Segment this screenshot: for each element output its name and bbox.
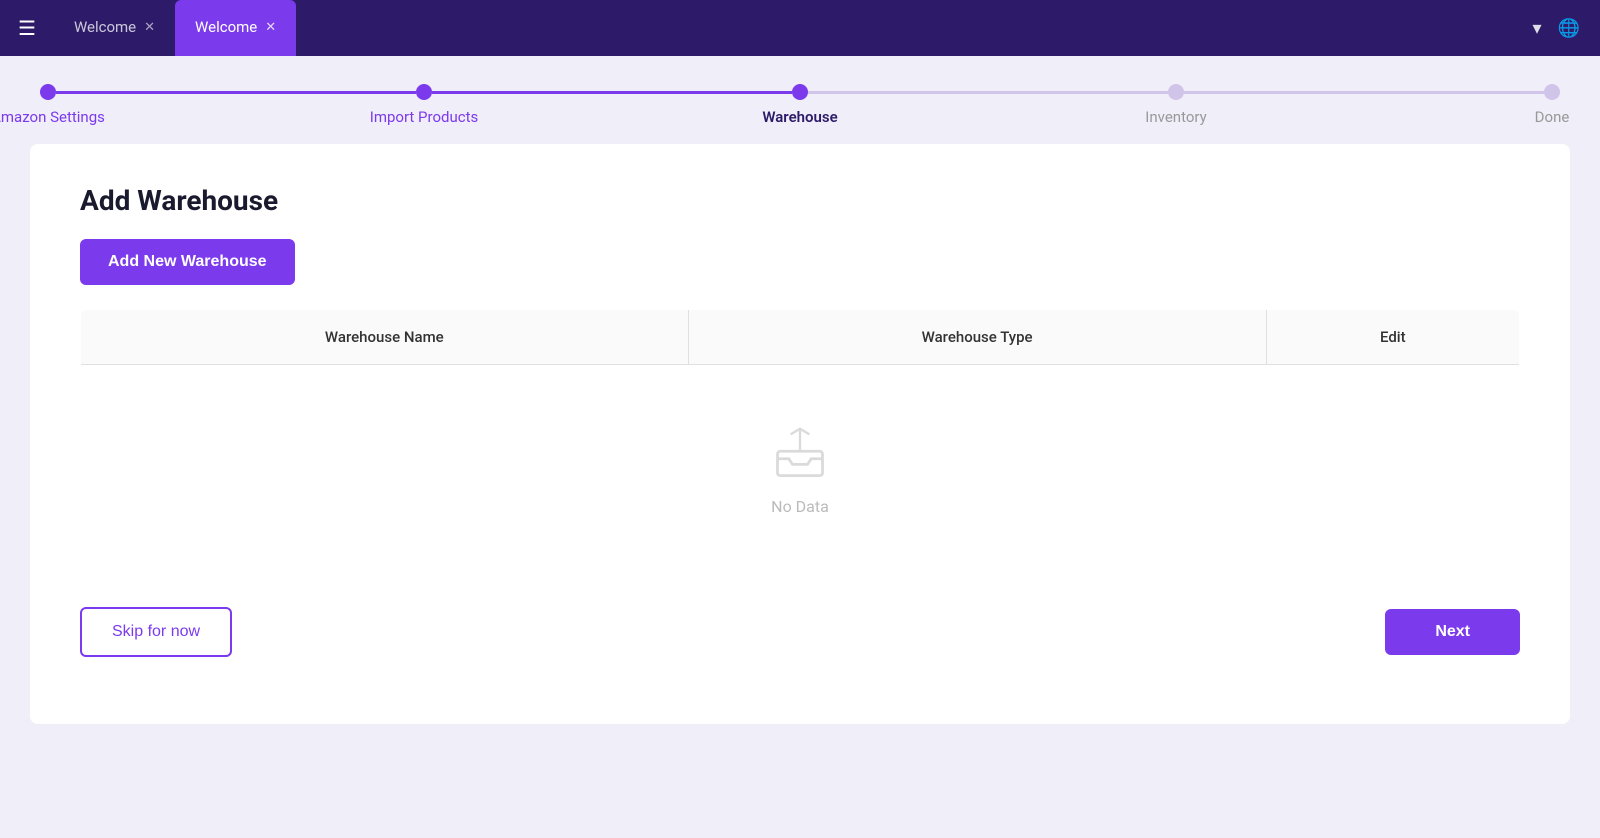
tab-close-1[interactable]: ✕ bbox=[144, 20, 155, 35]
tab-welcome-1[interactable]: Welcome ✕ bbox=[54, 0, 175, 56]
col-warehouse-name: Warehouse Name bbox=[81, 310, 689, 365]
col-edit: Edit bbox=[1266, 310, 1519, 365]
step-dot-4 bbox=[1168, 84, 1184, 100]
col-warehouse-type: Warehouse Type bbox=[688, 310, 1266, 365]
empty-text: No Data bbox=[101, 497, 1499, 516]
skip-for-now-button[interactable]: Skip for now bbox=[80, 607, 232, 657]
empty-state-row: No Data bbox=[81, 365, 1520, 577]
tab-welcome-2[interactable]: Welcome ✕ bbox=[175, 0, 296, 56]
step-label-2: Import Products bbox=[370, 108, 478, 126]
step-import-products: Import Products bbox=[416, 84, 432, 100]
tab-label-1: Welcome bbox=[74, 18, 136, 36]
step-dot-2 bbox=[416, 84, 432, 100]
header-right: ▾ 🌐 bbox=[1513, 0, 1600, 56]
stepper: Amazon Settings Import Products Warehous… bbox=[0, 56, 1600, 120]
step-dot-3 bbox=[792, 84, 808, 100]
step-inventory: Inventory bbox=[1168, 84, 1184, 100]
tab-close-2[interactable]: ✕ bbox=[265, 20, 276, 35]
empty-state: No Data bbox=[81, 365, 1519, 576]
step-line-3 bbox=[808, 91, 1168, 94]
step-line-4 bbox=[1184, 91, 1544, 94]
step-amazon-settings: Amazon Settings bbox=[40, 84, 56, 100]
step-line-2 bbox=[432, 91, 792, 94]
step-dot-5 bbox=[1544, 84, 1560, 100]
bottom-bar: Skip for now Next bbox=[80, 607, 1520, 657]
tab-label-2: Welcome bbox=[195, 18, 257, 36]
next-button[interactable]: Next bbox=[1385, 609, 1520, 655]
step-line-1 bbox=[56, 91, 416, 94]
warehouse-table: Warehouse Name Warehouse Type Edit No Da… bbox=[80, 309, 1520, 577]
globe-icon[interactable]: 🌐 bbox=[1558, 18, 1580, 39]
main-content: Add Warehouse Add New Warehouse Warehous… bbox=[30, 144, 1570, 724]
add-new-warehouse-button[interactable]: Add New Warehouse bbox=[80, 239, 295, 285]
empty-inbox-icon bbox=[770, 425, 830, 485]
chevron-down-icon[interactable]: ▾ bbox=[1533, 18, 1542, 39]
step-label-4: Inventory bbox=[1145, 108, 1206, 126]
menu-icon[interactable]: ☰ bbox=[0, 0, 54, 56]
step-label-1: Amazon Settings bbox=[0, 108, 105, 126]
step-dot-1 bbox=[40, 84, 56, 100]
header: ☰ Welcome ✕ Welcome ✕ ▾ 🌐 bbox=[0, 0, 1600, 56]
table-header-row: Warehouse Name Warehouse Type Edit bbox=[81, 310, 1520, 365]
step-done: Done bbox=[1544, 84, 1560, 100]
step-warehouse: Warehouse bbox=[792, 84, 808, 100]
step-label-5: Done bbox=[1535, 108, 1570, 126]
page-title: Add Warehouse bbox=[80, 184, 1520, 217]
step-label-3: Warehouse bbox=[762, 108, 837, 126]
